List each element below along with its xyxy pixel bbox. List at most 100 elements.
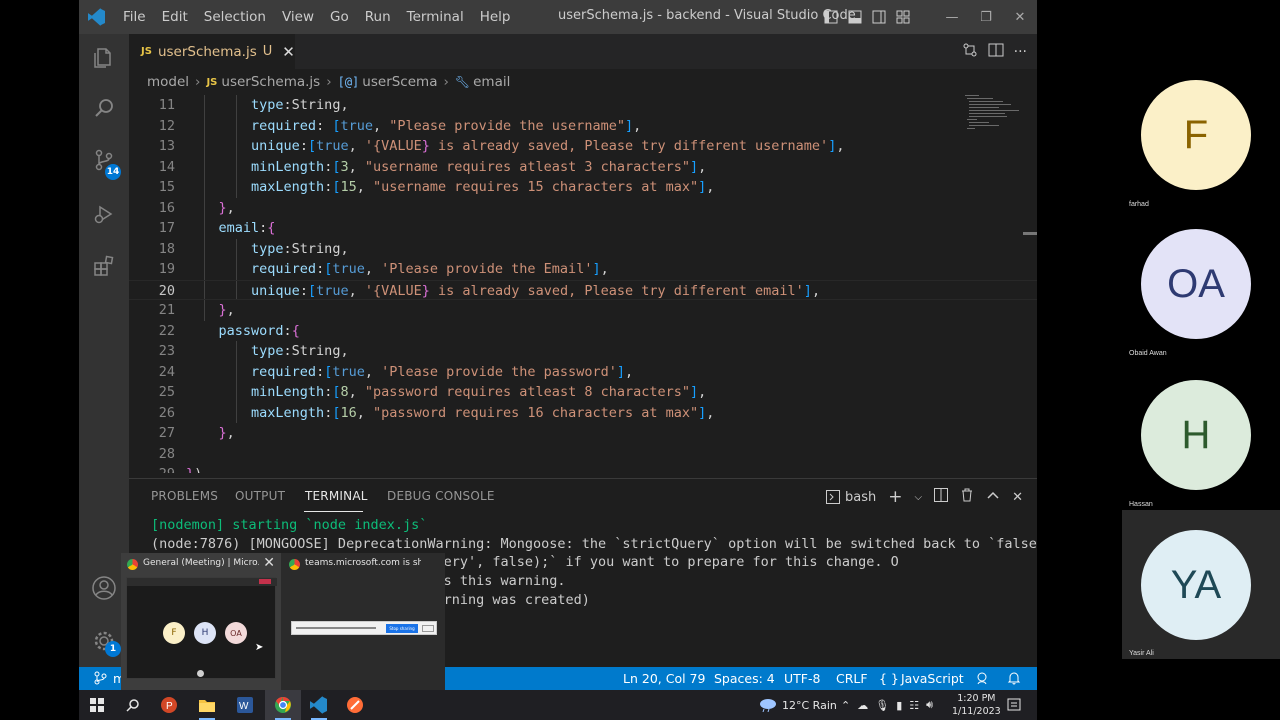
vscode-icon[interactable] [301,690,337,720]
tab-problems[interactable]: PROBLEMS [151,489,218,503]
extensions-icon[interactable] [79,242,129,290]
line-endings[interactable]: CRLF [836,671,868,686]
language-mode[interactable]: JavaScript [901,671,964,686]
new-terminal-icon[interactable]: + [888,487,902,507]
code-line[interactable]: 15 maxLength:[15, "username requires 15 … [129,177,1037,198]
tab-debug-console[interactable]: DEBUG CONSOLE [387,489,495,503]
weather-widget[interactable]: 12°C Rain [759,690,837,720]
breadcrumb-file[interactable]: userSchema.js [221,74,320,90]
code-line[interactable]: 21 }, [129,300,1037,321]
menu-file[interactable]: File [115,9,154,25]
minimize-icon[interactable]: — [935,0,969,34]
code-line[interactable]: 19 required:[true, 'Please provide the E… [129,259,1037,280]
tab-user-schema[interactable]: JS userSchema.js U ✕ [129,34,295,69]
code-line[interactable]: 26 maxLength:[16, "password requires 16 … [129,403,1037,424]
postman-icon[interactable] [337,690,373,720]
menu-go[interactable]: Go [322,9,357,25]
code-line[interactable]: 29}) [129,464,1037,473]
wrench-icon: 🔧︎ [454,75,471,89]
split-editor-icon[interactable] [988,42,1004,62]
close-icon[interactable]: ✕ [1003,0,1037,34]
active-tab-indicator [304,511,363,512]
tab-output[interactable]: OUTPUT [235,489,285,503]
code-line[interactable]: 17 email:{ [129,218,1037,239]
clock[interactable]: 1:20 PM 1/11/2023 [952,690,1001,720]
more-actions-icon[interactable]: ··· [1014,44,1027,60]
indentation[interactable]: Spaces: 4 [714,671,775,686]
volume-icon[interactable]: 🔊︎ [926,698,933,712]
code-line[interactable]: 16 }, [129,198,1037,219]
code-line[interactable]: 13 unique:[true, '{VALUE} is already sav… [129,136,1037,157]
search-icon[interactable] [115,690,151,720]
code-text: required:[true, 'Please provide the Emai… [251,261,609,277]
chevron-up-icon[interactable]: ⌃ [841,699,850,712]
javascript-file-icon: JS [141,46,152,57]
toggle-panel-icon[interactable] [843,0,867,34]
encoding[interactable]: UTF-8 [784,671,820,686]
menu-help[interactable]: Help [472,9,519,25]
code-line[interactable]: 23 type:String, [129,341,1037,362]
editor-scrollbar[interactable] [1023,232,1037,235]
file-explorer-icon[interactable] [189,690,225,720]
restore-icon[interactable]: ❐ [969,0,1003,34]
code-text: }) [186,464,202,473]
menu-selection[interactable]: Selection [196,9,274,25]
menu-edit[interactable]: Edit [154,9,196,25]
powerpoint-icon[interactable]: P [151,690,187,720]
code-line[interactable]: 25 minLength:[8, "password requires atle… [129,382,1037,403]
line-number: 11 [158,97,175,113]
code-line[interactable]: 28 [129,444,1037,465]
code-line[interactable]: 27 }, [129,423,1037,444]
close-icon[interactable]: ✕ [263,555,275,571]
thumbnail-sharing-bar[interactable]: teams.microsoft.com is sharing ... Stop … [283,553,443,690]
code-line[interactable]: 24 required:[true, 'Please provide the p… [129,362,1037,383]
code-line[interactable]: 18 type:String, [129,239,1037,260]
chevron-down-icon[interactable]: ⌵ [915,492,923,503]
cursor-position[interactable]: Ln 20, Col 79 [623,671,705,686]
cloud-rain-icon [760,699,776,712]
breadcrumb-property[interactable]: email [473,74,510,90]
breadcrumb-folder[interactable]: model [147,74,189,90]
code-line[interactable]: 14 minLength:[3, "username requires atle… [129,157,1037,178]
word-icon[interactable]: W [227,690,263,720]
thumbnail-title: General (Meeting) | Micro... [143,558,259,568]
split-terminal-icon[interactable] [934,488,949,506]
source-control-icon[interactable]: 14 [79,136,129,184]
toggle-primary-sidebar-icon[interactable] [819,0,843,34]
microphone-icon[interactable]: 🎙︎ [875,699,889,712]
toggle-secondary-sidebar-icon[interactable] [867,0,891,34]
menu-view[interactable]: View [274,9,322,25]
breadcrumb-symbol[interactable]: userScema [362,74,437,90]
notifications-bell-icon[interactable] [1007,671,1021,688]
maximize-panel-icon[interactable] [986,488,1000,506]
feedback-icon[interactable] [975,671,989,688]
search-icon[interactable] [79,84,129,132]
code-line[interactable]: 12 required: [true, "Please provide the … [129,116,1037,137]
thumbnail-teams-meeting[interactable]: General (Meeting) | Micro... ✕ F H OA ➤ [121,553,281,690]
start-icon[interactable] [79,690,115,720]
code-text: required: [true, "Please provide the use… [251,117,642,134]
code-line[interactable]: 22 password:{ [129,321,1037,342]
open-changes-icon[interactable] [962,42,978,62]
system-tray: ⌃ ☁ 🎙︎ ▮ ☷ 🔊︎ [841,690,933,720]
tab-close-icon[interactable]: ✕ [282,43,295,61]
explorer-icon[interactable] [79,34,129,82]
trash-icon[interactable] [960,488,974,506]
menu-terminal[interactable]: Terminal [399,9,472,25]
code-line[interactable]: 11 type:String, [129,95,1037,116]
notification-center-icon[interactable] [1007,690,1021,720]
terminal-shell-selector[interactable]: bash [826,490,876,505]
close-panel-icon[interactable]: ✕ [1012,490,1023,505]
battery-icon[interactable]: ▮ [896,699,902,712]
minimap[interactable] [965,95,1025,135]
code-line[interactable]: 20 unique:[true, '{VALUE} is already sav… [129,279,1037,300]
menu-run[interactable]: Run [357,9,399,25]
onedrive-icon[interactable]: ☁ [857,699,868,712]
run-debug-icon[interactable] [79,190,129,238]
chrome-icon[interactable] [265,690,301,720]
customize-layout-icon[interactable] [891,0,915,34]
tab-terminal[interactable]: TERMINAL [305,489,368,503]
remote-branch-icon[interactable] [93,671,107,688]
code-editor[interactable]: 11 type:String, 12 required: [true, "Plea… [129,95,1037,473]
network-icon[interactable]: ☷ [909,699,919,712]
